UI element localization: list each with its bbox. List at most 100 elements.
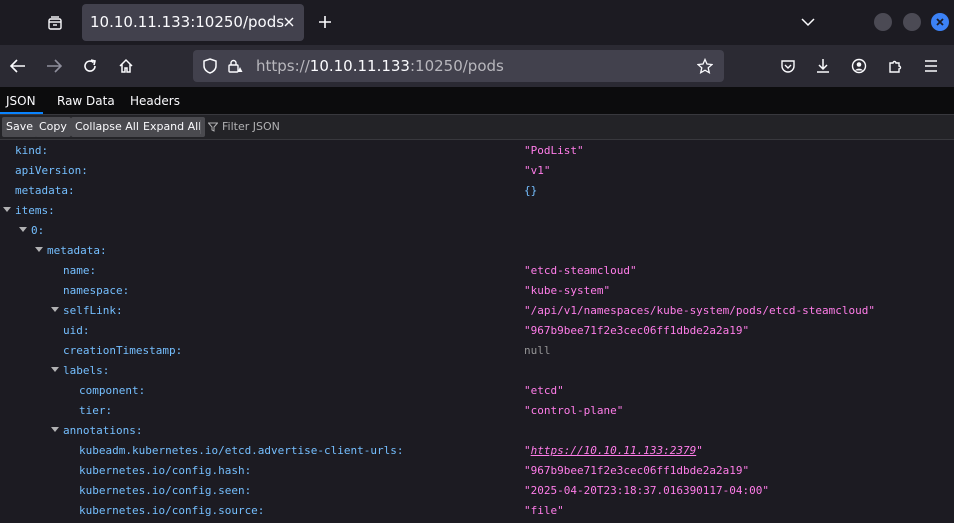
json-value: "2025-04-20T23:18:37.016390117-04:00" — [524, 484, 770, 497]
tab-headers[interactable]: Headers — [130, 87, 180, 114]
filter-funnel-icon — [208, 122, 218, 132]
json-value: "PodList" — [524, 144, 584, 157]
json-value: "control-plane" — [524, 404, 624, 417]
json-value: "kube-system" — [524, 284, 611, 297]
json-value: "etcd" — [524, 384, 564, 397]
bookmark-star-icon[interactable] — [696, 57, 714, 75]
json-row: uid: "967b9bee71f2e3cec06ff1dbde2a2a19" — [0, 320, 954, 340]
url-text[interactable]: https://10.10.11.133:10250/pods — [256, 57, 504, 75]
json-viewer-tabs: JSON Raw Data Headers — [0, 87, 954, 115]
account-icon[interactable] — [845, 52, 873, 80]
tab-strip: 10.10.11.133:10250/pods — [0, 0, 954, 45]
toolbar-divider — [200, 120, 201, 134]
json-key: metadata: — [47, 244, 107, 257]
json-value-link[interactable]: https://10.10.11.133:2379 — [531, 444, 697, 457]
json-key: annotations: — [63, 424, 143, 437]
hamburger-menu-icon[interactable] — [917, 52, 945, 80]
json-value: null — [524, 344, 551, 357]
json-value: "967b9bee71f2e3cec06ff1dbde2a2a19" — [524, 324, 750, 337]
json-value: "etcd-steamcloud" — [524, 264, 637, 277]
tab-title: 10.10.11.133:10250/pods — [90, 13, 285, 31]
json-row: kubernetes.io/config.seen: "2025-04-20T23… — [0, 480, 954, 500]
expand-twisty-icon[interactable] — [51, 367, 59, 372]
copy-button[interactable]: Copy — [35, 117, 71, 137]
json-key: uid: — [63, 324, 90, 337]
json-key: kind: — [15, 144, 49, 157]
json-row: kubernetes.io/config.source: "file" — [0, 500, 954, 520]
tab-json[interactable]: JSON — [0, 87, 43, 114]
json-key: kubernetes.io/config.seen: — [79, 484, 252, 497]
json-key: items: — [15, 204, 55, 217]
url-path: :10250/pods — [409, 57, 504, 75]
list-all-tabs-chevron-icon[interactable] — [796, 10, 820, 34]
json-row: kubeadm.kubernetes.io/etcd.advertise-cli… — [0, 440, 954, 460]
shield-icon[interactable] — [201, 57, 219, 75]
url-scheme: https:// — [256, 57, 310, 75]
json-key: tier: — [79, 404, 113, 417]
extensions-icon[interactable] — [881, 52, 909, 80]
tab-raw-data[interactable]: Raw Data — [57, 87, 115, 114]
json-tree: kind: "PodList" apiVersion: "v1" metadata: {}… — [0, 140, 954, 523]
lock-warning-icon[interactable] — [226, 57, 244, 75]
back-arrow-icon[interactable] — [4, 52, 32, 80]
json-value: "/api/v1/namespaces/kube-system/pods/etc… — [524, 304, 875, 317]
forward-arrow-icon[interactable] — [40, 52, 68, 80]
new-tab-button[interactable] — [312, 9, 338, 35]
tab-close-icon[interactable] — [280, 13, 298, 31]
json-row[interactable]: items: — [0, 200, 954, 220]
filter-placeholder: Filter JSON — [222, 120, 280, 133]
json-key: selfLink: — [63, 304, 123, 317]
filter-json-input[interactable]: Filter JSON — [208, 120, 280, 133]
json-row: creationTimestamp: null — [0, 340, 954, 360]
reload-icon[interactable] — [76, 52, 104, 80]
json-row[interactable]: selfLink: "/api/v1/namespaces/kube-system… — [0, 300, 954, 320]
collapse-all-button[interactable]: Collapse All — [71, 117, 143, 137]
url-host: 10.10.11.133 — [309, 57, 410, 75]
json-row[interactable]: labels: — [0, 360, 954, 380]
downloads-icon[interactable] — [809, 52, 837, 80]
json-row: tier: "control-plane" — [0, 400, 954, 420]
json-row: kind: "PodList" — [0, 140, 954, 160]
json-row: namespace: "kube-system" — [0, 280, 954, 300]
json-key: apiVersion: — [15, 164, 88, 177]
json-key: kubernetes.io/config.source: — [79, 504, 265, 517]
json-value: "967b9bee71f2e3cec06ff1dbde2a2a19" — [524, 464, 750, 477]
json-key: creationTimestamp: — [63, 344, 183, 357]
json-value: {} — [524, 184, 538, 197]
json-row: metadata: {} — [0, 180, 954, 200]
json-key: 0: — [31, 224, 45, 237]
home-icon[interactable] — [112, 52, 140, 80]
json-row[interactable]: annotations: — [0, 420, 954, 440]
json-key: kubernetes.io/config.hash: — [79, 464, 252, 477]
json-value: "v1" — [524, 164, 551, 177]
json-key: metadata: — [15, 184, 75, 197]
expand-twisty-icon[interactable] — [51, 427, 59, 432]
json-key: component: — [79, 384, 146, 397]
json-value: "file" — [524, 504, 564, 517]
json-row: component: "etcd" — [0, 380, 954, 400]
json-key: labels: — [63, 364, 110, 377]
json-row[interactable]: 0: — [0, 220, 954, 240]
json-key: name: — [63, 264, 97, 277]
browser-tab[interactable]: 10.10.11.133:10250/pods — [82, 4, 304, 41]
expand-twisty-icon[interactable] — [19, 227, 27, 232]
close-window-button[interactable] — [931, 13, 949, 31]
expand-twisty-icon[interactable] — [35, 247, 43, 252]
firefox-view-icon[interactable] — [40, 8, 70, 38]
expand-twisty-icon[interactable] — [3, 207, 11, 212]
json-row: name: "etcd-steamcloud" — [0, 260, 954, 280]
json-key: namespace: — [63, 284, 130, 297]
maximize-button[interactable] — [903, 13, 921, 31]
json-row: apiVersion: "v1" — [0, 160, 954, 180]
save-button[interactable]: Save — [2, 117, 38, 137]
expand-all-button[interactable]: Expand All — [139, 117, 206, 137]
expand-twisty-icon[interactable] — [51, 307, 59, 312]
json-toolbar: Save Copy Collapse All Expand All Filter… — [0, 115, 954, 140]
navigation-toolbar: https://10.10.11.133:10250/pods — [0, 45, 954, 87]
pocket-icon[interactable] — [774, 52, 802, 80]
json-value[interactable]: "https://10.10.11.133:2379" — [524, 444, 703, 457]
url-bar[interactable]: https://10.10.11.133:10250/pods — [193, 50, 724, 82]
json-row[interactable]: metadata: — [0, 240, 954, 260]
minimize-button[interactable] — [874, 13, 892, 31]
json-row: kubernetes.io/config.hash: "967b9bee71f2e… — [0, 460, 954, 480]
